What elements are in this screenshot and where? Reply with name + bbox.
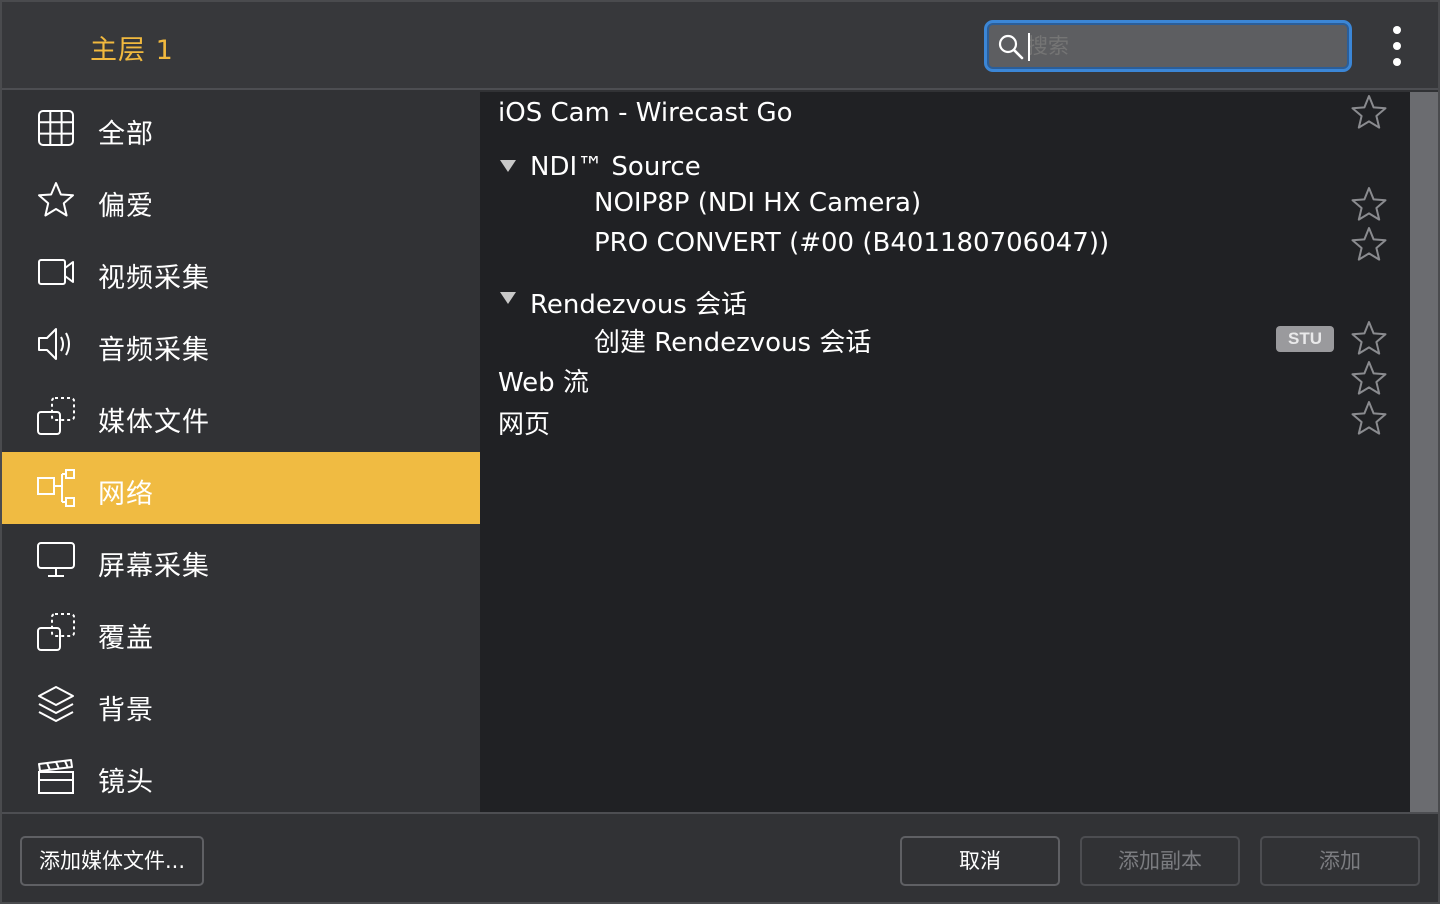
list-item-create-rendezvous[interactable]: 创建 Rendezvous 会话 STU (480, 318, 1410, 358)
sidebar-item-label: 全部 (98, 119, 154, 150)
more-dot-icon (1393, 58, 1401, 66)
add-copy-button[interactable]: 添加副本 (1080, 836, 1240, 886)
sidebar-item-label: 偏爱 (98, 191, 154, 222)
source-label: NOIP8P (NDI HX Camera) (594, 188, 922, 218)
list-item-ios-cam[interactable]: iOS Cam - Wirecast Go (480, 92, 1410, 132)
sidebar-item-screen-capture[interactable]: 屏幕采集 (2, 524, 480, 596)
sidebar-item-label: 媒体文件 (98, 407, 210, 438)
source-list: iOS Cam - Wirecast Go NDI™ Source NOIP8P… (480, 92, 1410, 812)
sidebar-item-label: 屏幕采集 (98, 551, 210, 582)
cancel-button[interactable]: 取消 (900, 836, 1060, 886)
clapperboard-icon (38, 759, 74, 794)
studio-badge: STU (1276, 326, 1334, 352)
favorite-star-icon[interactable] (1350, 360, 1388, 398)
footer: 添加媒体文件... 取消 添加副本 添加 (2, 812, 1438, 902)
layer-title: 主层 1 (90, 35, 174, 66)
list-item-ndi-noip8p[interactable]: NOIP8P (NDI HX Camera) (480, 184, 1410, 224)
grid-icon (38, 110, 74, 146)
sidebar-item-background[interactable]: 背景 (2, 668, 480, 740)
source-label: PRO CONVERT (#00 (B401180706047)) (594, 228, 1110, 258)
category-sidebar: 全部 偏爱 视频采集 音频采集 媒体文件 网络 屏幕采集 覆盖 背景 镜头 (2, 92, 480, 812)
source-label: 创建 Rendezvous 会话 (594, 328, 872, 358)
group-label: NDI™ Source (530, 152, 701, 182)
favorite-star-icon[interactable] (1350, 226, 1388, 264)
sidebar-item-label: 视频采集 (98, 263, 210, 294)
sidebar-item-label: 网络 (98, 479, 154, 510)
sidebar-item-label: 镜头 (98, 767, 154, 798)
video-camera-icon (38, 259, 74, 285)
sidebar-item-label: 音频采集 (98, 335, 210, 366)
sidebar-item-audio-capture[interactable]: 音频采集 (2, 308, 480, 380)
list-item-web-stream[interactable]: Web 流 (480, 358, 1410, 398)
list-item-ndi-pro-convert[interactable]: PRO CONVERT (#00 (B401180706047)) (480, 224, 1410, 264)
favorite-star-icon[interactable] (1350, 400, 1388, 438)
text-caret (1028, 33, 1030, 61)
sidebar-item-overlay[interactable]: 覆盖 (2, 596, 480, 668)
star-icon (38, 182, 74, 217)
add-button[interactable]: 添加 (1260, 836, 1420, 886)
add-media-file-button[interactable]: 添加媒体文件... (20, 836, 204, 886)
list-group-ndi[interactable]: NDI™ Source (480, 148, 1410, 188)
sidebar-item-all[interactable]: 全部 (2, 92, 480, 164)
sidebar-item-label: 背景 (98, 695, 154, 726)
sidebar-item-video-capture[interactable]: 视频采集 (2, 236, 480, 308)
layers-icon (38, 686, 74, 722)
speaker-icon (38, 328, 70, 360)
list-item-web-page[interactable]: 网页 (480, 398, 1410, 440)
more-dot-icon (1393, 26, 1401, 34)
scrollbar-track[interactable] (1410, 92, 1438, 812)
group-label: Rendezvous 会话 (530, 290, 748, 320)
sidebar-item-favorites[interactable]: 偏爱 (2, 164, 480, 236)
network-icon (37, 469, 75, 507)
favorite-star-icon[interactable] (1350, 186, 1388, 224)
header: 主层 1 (2, 2, 1438, 90)
media-file-icon (37, 397, 75, 435)
monitor-icon (37, 542, 75, 577)
source-label: 网页 (498, 410, 551, 440)
search-icon (998, 34, 1024, 60)
source-label: iOS Cam - Wirecast Go (498, 98, 793, 128)
more-dot-icon (1393, 42, 1401, 50)
overlay-icon (37, 613, 75, 651)
search-input[interactable] (1027, 30, 1327, 62)
disclosure-triangle-icon[interactable] (500, 160, 516, 172)
list-group-rendezvous[interactable]: Rendezvous 会话 (480, 280, 1410, 320)
sidebar-item-label: 覆盖 (98, 623, 154, 654)
sidebar-item-network[interactable]: 网络 (2, 452, 480, 524)
sidebar-item-media-files[interactable]: 媒体文件 (2, 380, 480, 452)
source-label: Web 流 (498, 368, 589, 398)
more-options-button[interactable] (1386, 26, 1408, 68)
disclosure-triangle-icon[interactable] (500, 292, 516, 304)
sidebar-item-shots[interactable]: 镜头 (2, 740, 480, 812)
favorite-star-icon[interactable] (1350, 94, 1388, 132)
search-box[interactable] (984, 20, 1352, 72)
favorite-star-icon[interactable] (1350, 320, 1388, 358)
